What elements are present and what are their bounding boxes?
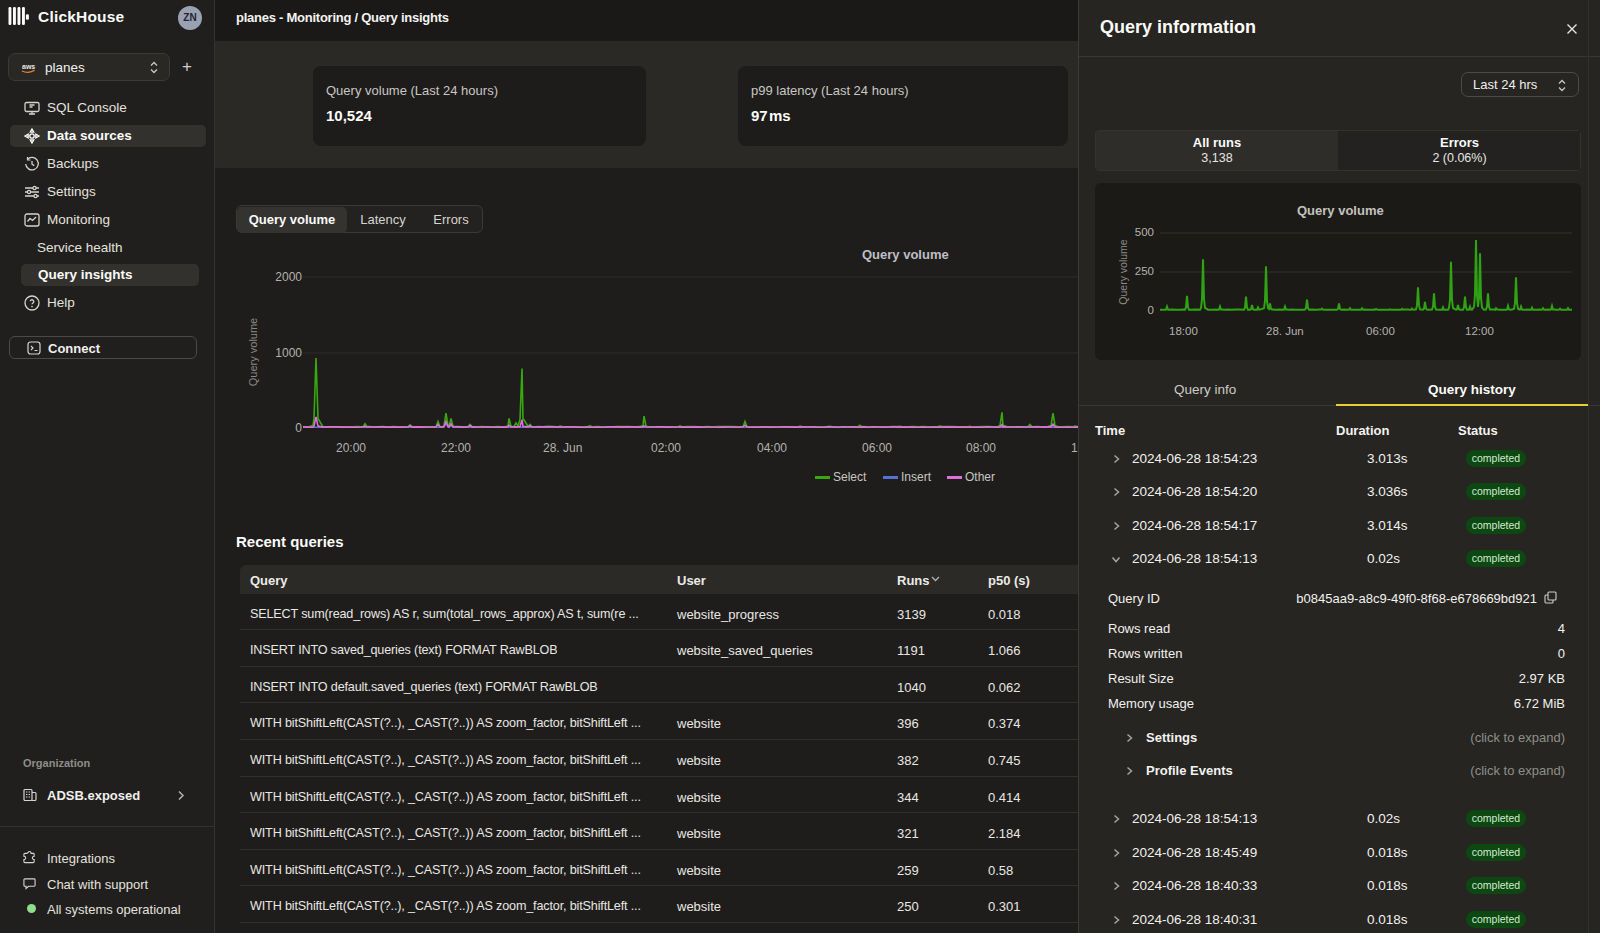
svg-text:aws: aws [22,63,35,70]
